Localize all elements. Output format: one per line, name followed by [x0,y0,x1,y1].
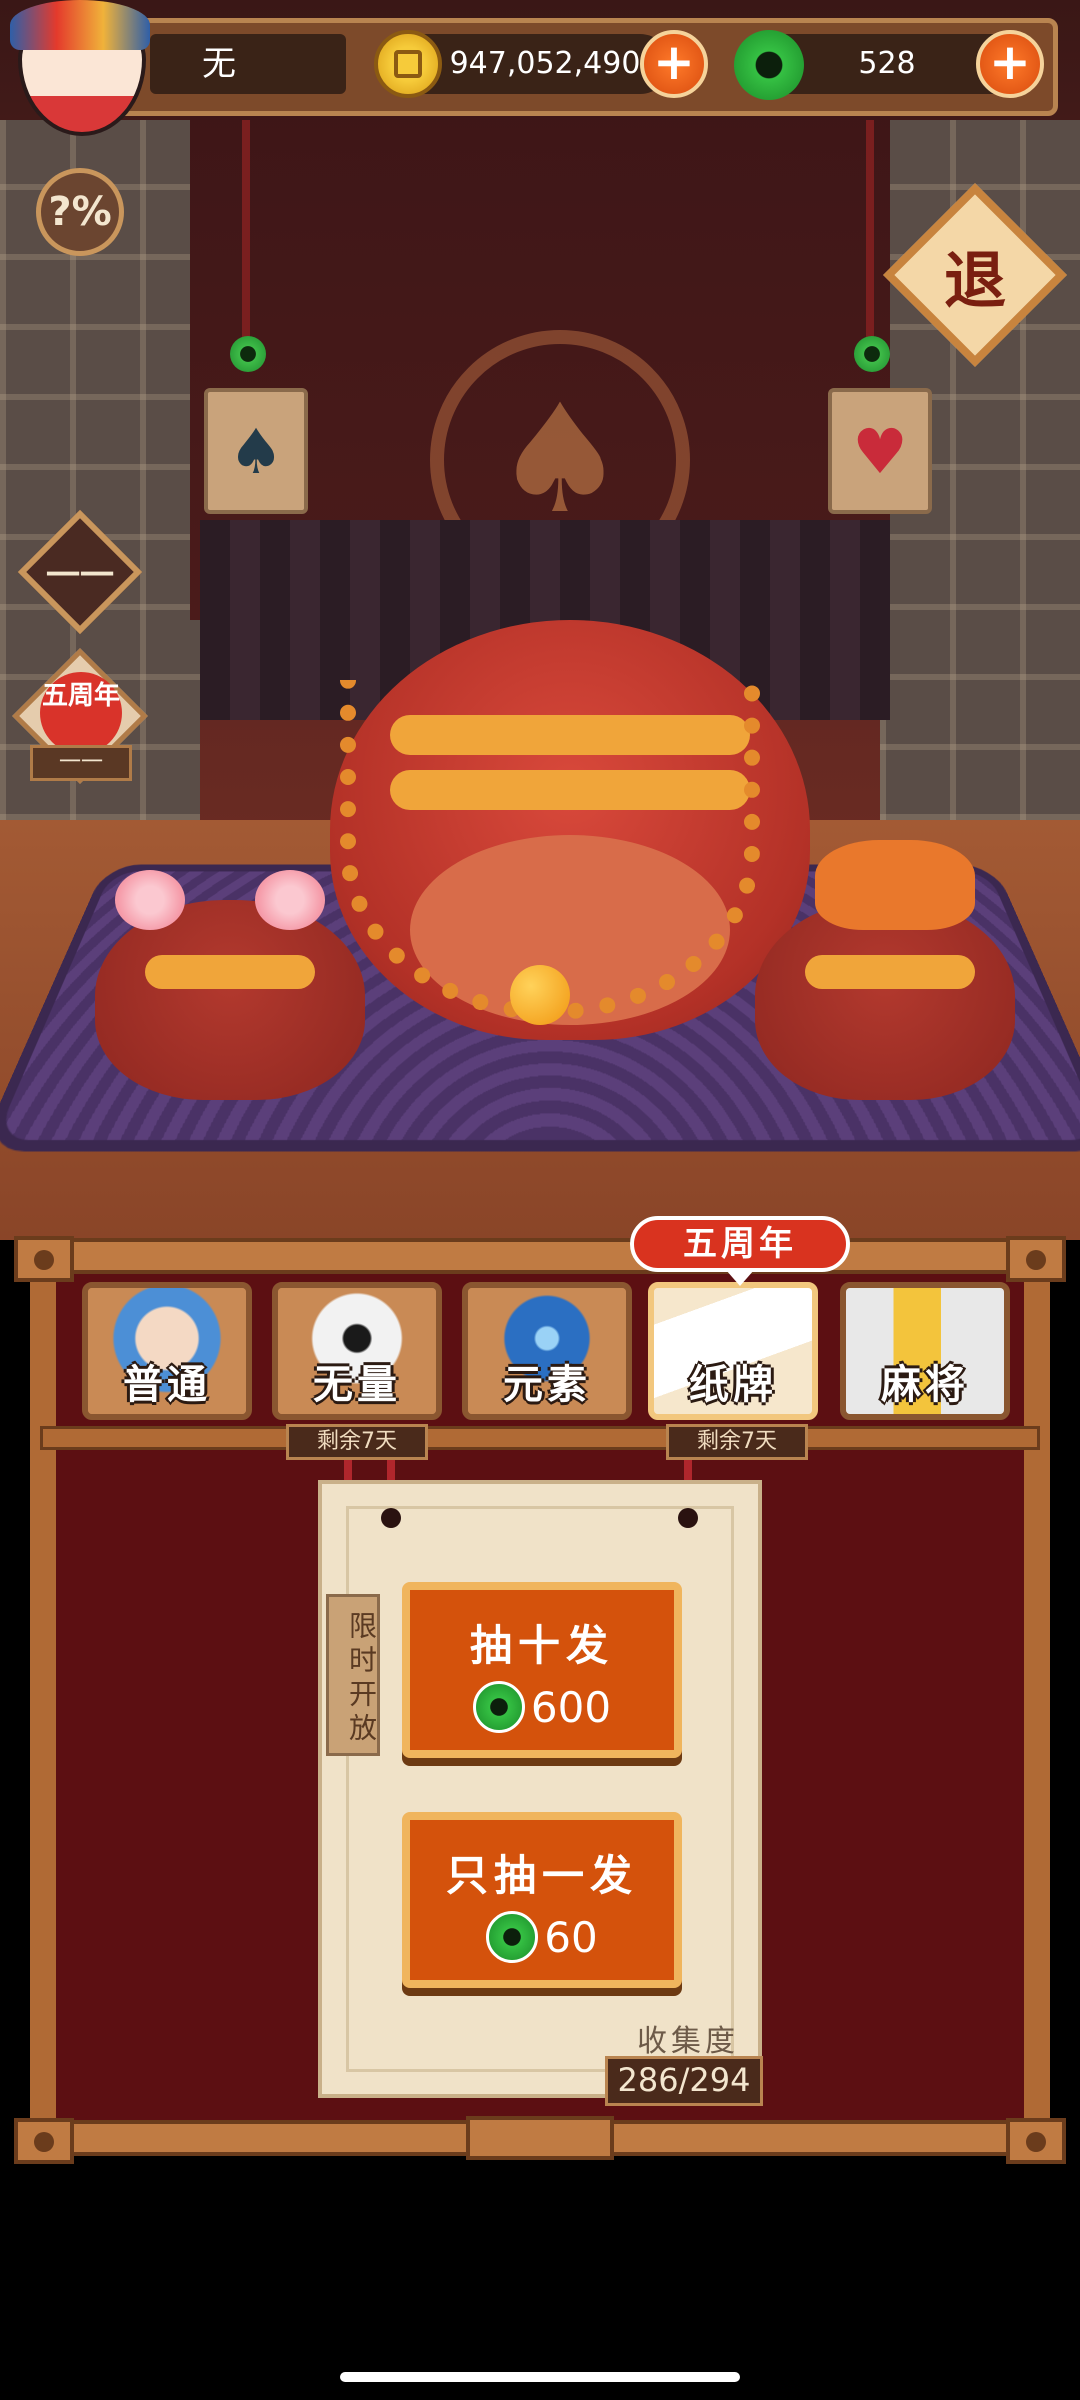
draw-one-cost: 60 [544,1912,598,1962]
tab-cards-label: 纸牌 [689,1362,777,1408]
panel-top-frame [14,1238,1066,1274]
draw-one-button[interactable]: 只抽一发 60 [402,1812,682,1988]
add-coins-button[interactable]: + [640,30,708,98]
exit-label: 退 [943,244,1006,317]
tab-cards[interactable]: 纸牌 [648,1282,818,1420]
gem-icon [472,1681,525,1733]
player-avatar[interactable] [0,0,160,140]
right-toad-mascot[interactable] [755,840,1015,1100]
add-gems-button[interactable]: + [976,30,1044,98]
player-name: 无 [150,34,346,94]
anniversary-ribbon: 五周年 [630,1216,850,1286]
coin-icon [374,30,442,98]
shrine-scene: ♠ ♠ ♥ [0,0,1080,1240]
gem-icon [486,1911,539,1963]
draw-ten-title: 抽十发 [469,1621,614,1670]
gem-icon [734,30,804,100]
panel-knob [466,2116,614,2160]
tab-infinite-label: 无量 [313,1362,401,1408]
tab-infinite-remaining: 剩余7天 [286,1424,428,1460]
bead-pendant [510,965,570,1025]
draw-one-title: 只抽一发 [445,1851,638,1900]
home-indicator[interactable] [340,2372,740,2382]
tab-infinite[interactable]: 无量 [272,1282,442,1420]
collection-value: 286/294 [605,2056,763,2106]
heart-card-icon: ♥ [828,388,932,514]
tab-element-label: 元素 [503,1362,591,1408]
left-toad-mascot[interactable] [95,870,365,1100]
side-event-label: 一一 [46,555,114,596]
odds-button[interactable]: ?% [36,168,124,256]
draw-scroll [318,1480,762,2098]
anniversary-badge[interactable]: 五周年 [40,672,122,754]
tab-cards-remaining: 剩余7天 [666,1424,808,1460]
tab-normal[interactable]: 普通 [82,1282,252,1420]
draw-ten-button[interactable]: 抽十发 600 [402,1582,682,1758]
spade-card-icon: ♠ [204,388,308,514]
collection-label: 收集度 [637,2024,739,2059]
tab-normal-label: 普通 [123,1362,211,1408]
tab-rail [40,1426,1040,1450]
tab-mahjong-label: 麻将 [881,1362,969,1408]
anniversary-label: 一一 [30,745,132,781]
tab-mahjong[interactable]: 麻将 [840,1282,1010,1420]
draw-ten-cost: 600 [530,1682,612,1732]
tab-element[interactable]: 元素 [462,1282,632,1420]
limited-time-tag: 限时开放 [326,1594,380,1756]
